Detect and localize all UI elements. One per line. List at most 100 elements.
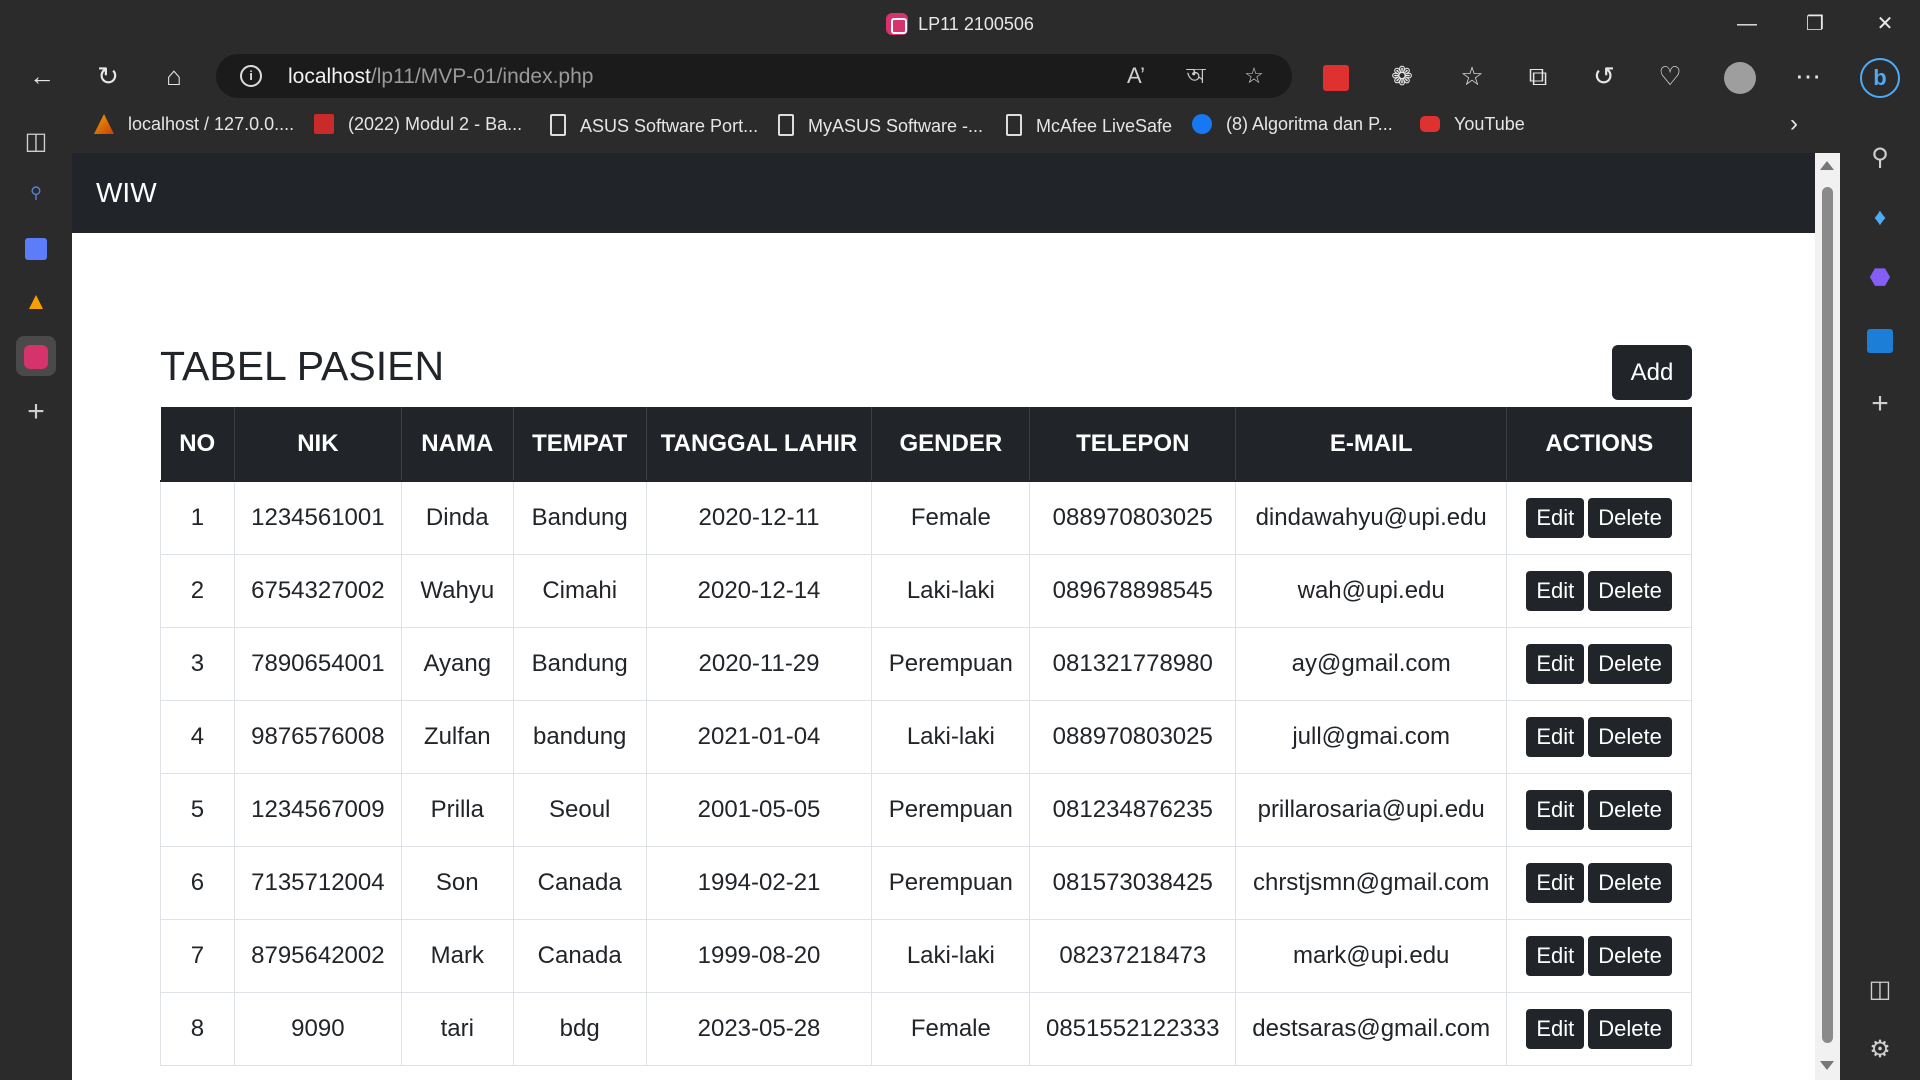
cell-tempat: bandung <box>512 699 647 774</box>
favorites-icon[interactable]: ☆ <box>1452 56 1492 96</box>
refresh-button[interactable]: ↻ <box>88 56 128 96</box>
table-header-row: NO NIK NAMA TEMPAT TANGGAL LAHIR GENDER … <box>160 407 1692 481</box>
bookmark-item[interactable]: localhost / 127.0.0.... <box>94 114 294 135</box>
cell-nik: 1234561001 <box>233 480 402 555</box>
document-icon <box>1006 114 1022 136</box>
cell-nik: 7890654001 <box>233 626 402 701</box>
cell-telepon: 081573038425 <box>1029 845 1237 920</box>
cell-no: 7 <box>160 918 235 993</box>
cell-nik: 9876576008 <box>233 699 402 774</box>
column-header: TELEPON <box>1029 407 1236 481</box>
column-header: GENDER <box>871 407 1030 481</box>
edit-button[interactable]: Edit <box>1526 789 1585 830</box>
cell-email: prillarosaria@upi.edu <box>1235 772 1508 847</box>
cell-no: 1 <box>160 480 235 555</box>
favorite-star-icon[interactable]: ☆ <box>1240 62 1268 90</box>
delete-button[interactable]: Delete <box>1588 716 1672 757</box>
bookmarks-overflow-chevron-icon[interactable]: › <box>1790 110 1798 138</box>
edit-button[interactable]: Edit <box>1526 570 1585 611</box>
cell-nik: 7135712004 <box>233 845 402 920</box>
edge-sidebar: b ⚲ ♦ ⬣ + ◫ ⚙ <box>1840 48 1920 1080</box>
page-scrollbar[interactable] <box>1815 153 1840 1080</box>
cell-tanggal-lahir: 2020-12-14 <box>645 553 873 628</box>
delete-button[interactable]: Delete <box>1588 862 1672 903</box>
home-button[interactable]: ⌂ <box>154 56 194 96</box>
search-tab-icon[interactable]: ⚲ <box>16 174 56 214</box>
cell-email: ay@gmail.com <box>1235 626 1508 701</box>
page-viewport: WIW TABEL PASIEN Add NO NIK NAMA TEMPAT … <box>72 153 1840 1080</box>
cell-tempat: Bandung <box>512 626 647 701</box>
cell-nama: Prilla <box>400 772 514 847</box>
performance-icon[interactable]: ♡ <box>1650 56 1690 96</box>
document-tab-icon[interactable] <box>16 228 56 268</box>
vertical-tabs-rail: ◫ ⚲ ▲ + <box>0 102 72 1080</box>
delete-button[interactable]: Delete <box>1588 1008 1672 1049</box>
phpmyadmin-tab-icon[interactable]: ▲ <box>16 282 56 322</box>
bookmark-item[interactable]: (2022) Modul 2 - Ba... <box>314 114 522 135</box>
bookmark-item[interactable]: ASUS Software Port... <box>550 114 758 137</box>
bookmark-item[interactable]: YouTube <box>1420 114 1525 135</box>
edit-button[interactable]: Edit <box>1526 716 1585 757</box>
edit-button[interactable]: Edit <box>1526 1008 1585 1049</box>
scroll-up-arrow-icon[interactable] <box>1820 161 1834 170</box>
active-tab-icon[interactable] <box>16 336 56 376</box>
search-icon[interactable]: ⚲ <box>1858 136 1902 180</box>
document-icon <box>550 114 566 136</box>
delete-button[interactable]: Delete <box>1588 789 1672 830</box>
read-aloud-icon[interactable]: A’ <box>1122 62 1150 90</box>
back-button[interactable]: ← <box>22 56 62 96</box>
table-row: 4 9876576008 Zulfan bandung 2021-01-04 Laki-l… <box>160 699 1692 774</box>
page-title: TABEL PASIEN <box>160 343 445 389</box>
edit-button[interactable]: Edit <box>1526 862 1585 903</box>
column-header: TANGGAL LAHIR <box>645 407 872 481</box>
cell-tempat: Cimahi <box>512 553 647 628</box>
edit-button[interactable]: Edit <box>1526 935 1585 976</box>
address-bar[interactable]: i localhost/lp11/MVP-01/index.php A’ অ ☆ <box>216 54 1292 98</box>
office-icon[interactable]: ⬣ <box>1858 256 1902 300</box>
new-tab-icon[interactable]: + <box>16 392 56 432</box>
settings-gear-icon[interactable]: ⚙ <box>1858 1028 1902 1072</box>
extensions-puzzle-icon[interactable]: ❁ <box>1382 56 1422 96</box>
edit-button[interactable]: Edit <box>1526 643 1585 684</box>
add-sidebar-app-icon[interactable]: + <box>1858 382 1902 426</box>
table-row: 5 1234567009 Prilla Seoul 2001-05-05 Perempua… <box>160 772 1692 847</box>
outlook-icon[interactable] <box>1858 318 1902 362</box>
cell-tempat: bdg <box>512 991 647 1066</box>
history-icon[interactable]: ↺ <box>1584 56 1624 96</box>
navbar-brand[interactable]: WIW <box>96 177 157 209</box>
close-window-button[interactable]: ✕ <box>1862 10 1908 38</box>
bookmark-item[interactable]: (8) Algoritma dan P... <box>1192 114 1393 135</box>
delete-button[interactable]: Delete <box>1588 935 1672 976</box>
collections-icon[interactable]: ⧉ <box>1518 56 1558 96</box>
table-row: 2 6754327002 Wahyu Cimahi 2020-12-14 Laki-lak… <box>160 553 1692 628</box>
cell-tanggal-lahir: 2020-12-11 <box>645 480 873 555</box>
bookmark-item[interactable]: MyASUS Software -... <box>778 114 983 137</box>
cell-nama: tari <box>400 991 514 1066</box>
profile-avatar-icon[interactable] <box>1720 56 1760 96</box>
translate-icon[interactable]: অ <box>1182 62 1210 90</box>
shopping-tag-icon[interactable]: ♦ <box>1858 196 1902 240</box>
minimize-button[interactable]: — <box>1724 10 1770 38</box>
cell-telepon: 088970803025 <box>1029 480 1237 555</box>
edit-button[interactable]: Edit <box>1526 497 1585 538</box>
more-menu-icon[interactable]: ⋯ <box>1788 56 1828 96</box>
delete-button[interactable]: Delete <box>1588 570 1672 611</box>
cell-nama: Son <box>400 845 514 920</box>
url-text[interactable]: localhost/lp11/MVP-01/index.php <box>288 65 593 89</box>
scrollbar-thumb[interactable] <box>1822 187 1833 1043</box>
cell-gender: Laki-laki <box>871 553 1031 628</box>
cell-telepon: 088970803025 <box>1029 699 1237 774</box>
scroll-down-arrow-icon[interactable] <box>1820 1061 1834 1070</box>
cell-actions: Edit Delete <box>1506 772 1692 847</box>
cell-actions: Edit Delete <box>1506 553 1692 628</box>
tab-actions-icon[interactable]: ◫ <box>16 122 56 162</box>
restore-button[interactable]: ❐ <box>1792 10 1838 38</box>
sidebar-toggle-icon[interactable]: ◫ <box>1858 968 1902 1012</box>
bookmark-item[interactable]: McAfee LiveSafe <box>1006 114 1172 137</box>
delete-button[interactable]: Delete <box>1588 497 1672 538</box>
add-button[interactable]: Add <box>1612 345 1692 400</box>
extension-icon[interactable] <box>1316 56 1356 96</box>
bing-copilot-icon[interactable]: b <box>1858 56 1902 100</box>
site-info-icon[interactable]: i <box>240 65 262 87</box>
delete-button[interactable]: Delete <box>1588 643 1672 684</box>
